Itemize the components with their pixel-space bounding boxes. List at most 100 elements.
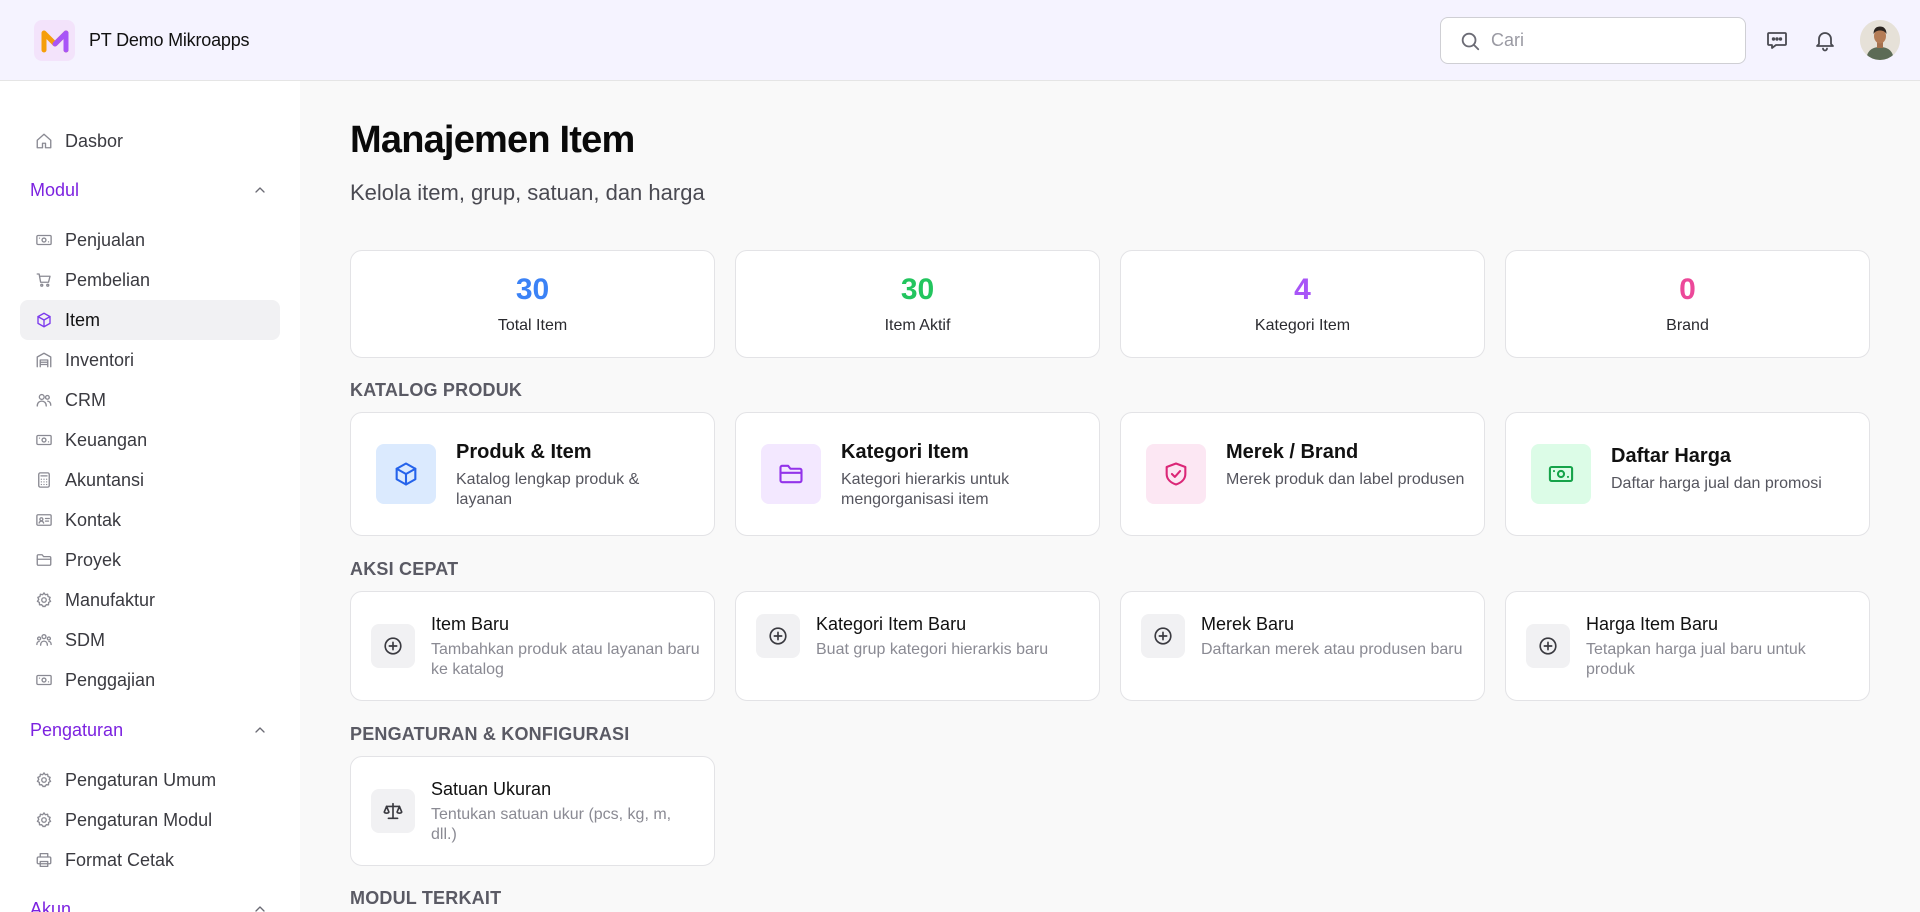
company-name: PT Demo Mikroapps [89,30,250,50]
catalog-card[interactable]: Produk & Item Katalog lengkap produk & l… [350,412,715,536]
cart-icon [34,270,54,290]
sidebar-item-label: Pembelian [65,269,151,290]
catalog-card-desc: Daftar harga jual dan promosi [1611,475,1822,492]
section-label: Modul [30,179,80,200]
sidebar: Dasbor Modul Penjualan Pembelian Item In… [0,81,300,912]
quick-action-title: Kategori Item Baru [816,614,967,634]
chevron-up-icon [250,180,270,200]
stat-value: 0 [1679,273,1696,306]
bell-icon[interactable] [1810,25,1840,55]
quick-action-desc: Daftarkan merek atau produsen baru [1201,641,1463,658]
config-card-title: Satuan Ukuran [431,779,552,799]
sidebar-item-item[interactable]: Item [20,300,280,340]
page-title: Manajemen Item [350,119,635,161]
warehouse-icon [34,350,54,370]
quick-action-title: Item Baru [431,614,510,634]
stat-value: 30 [515,273,550,306]
config-card[interactable]: Satuan Ukuran Tentukan satuan ukur (pcs,… [350,756,715,866]
gear-icon [34,590,54,610]
sidebar-item-label: Dasbor [65,130,124,151]
sidebar-item-manufaktur[interactable]: Manufaktur [20,580,280,620]
sidebar-item-pembelian[interactable]: Pembelian [20,260,280,300]
sidebar-item-label: Manufaktur [65,589,156,610]
section-modul[interactable]: Modul [30,175,270,205]
sidebar-item-label: Format Cetak [65,849,175,870]
stat-label: Kategori Item [1254,317,1351,334]
plus-circle-icon [371,624,415,668]
company-logo [34,20,75,61]
sidebar-item-pengaturan-umum[interactable]: Pengaturan Umum [20,760,280,800]
chat-icon[interactable] [1762,25,1792,55]
section-akun[interactable]: Akun [30,894,270,912]
sidebar-item-label: Pengaturan Modul [65,809,213,830]
sidebar-item-label: Inventori [65,349,135,370]
banknote-icon [34,230,54,250]
team-icon [34,630,54,650]
catalog-card-desc: Katalog lengkap produk & layanan [456,471,640,508]
gear-icon [34,770,54,790]
search-input[interactable] [1491,30,1731,51]
quick-action-card[interactable]: Harga Item Baru Tetapkan harga jual baru… [1505,591,1870,701]
sidebar-item-crm[interactable]: CRM [20,380,280,420]
folder-icon [761,444,821,504]
stat-value: 4 [1294,273,1311,306]
config-card-desc: Tentukan satuan ukur (pcs, kg, m, dll.) [431,806,672,843]
sidebar-item-proyek[interactable]: Proyek [20,540,280,580]
sidebar-item-sdm[interactable]: SDM [20,620,280,660]
chevron-up-icon [250,899,270,912]
stat-label: Item Aktif [884,317,951,334]
users-icon [34,390,54,410]
sidebar-item-label: Keuangan [65,429,148,450]
quick-action-card[interactable]: Merek Baru Daftarkan merek atau produsen… [1120,591,1485,701]
banknote-icon [1531,444,1591,504]
catalog-card[interactable]: Daftar Harga Daftar harga jual dan promo… [1505,412,1870,536]
catalog-card-title: Merek / Brand [1226,441,1359,463]
gear-icon [34,810,54,830]
sidebar-item-penjualan[interactable]: Penjualan [20,220,280,260]
sidebar-item-penggajian[interactable]: Penggajian [20,660,280,700]
sidebar-item-label: Item [65,309,101,330]
sidebar-item-label: Pengaturan Umum [65,769,217,790]
user-avatar[interactable] [1860,20,1900,60]
quick-action-card[interactable]: Item Baru Tambahkan produk atau layanan … [350,591,715,701]
quick-action-desc: Tambahkan produk atau layanan baru ke ka… [431,641,700,678]
folder-icon [34,550,54,570]
catalog-card-title: Daftar Harga [1611,445,1732,467]
sidebar-item-label: Kontak [65,509,122,530]
sidebar-item-dashboard[interactable]: Dasbor [20,121,280,161]
catalog-card-desc: Merek produk dan label produsen [1226,471,1465,488]
search-box[interactable] [1440,17,1746,64]
section-label: Pengaturan [30,719,124,740]
banknote-icon [34,670,54,690]
sidebar-item-label: CRM [65,389,106,410]
stat-card: 30 Item Aktif [735,250,1100,358]
section-title-catalog: KATALOG PRODUK [350,380,523,400]
stat-card: 4 Kategori Item [1120,250,1485,358]
box-icon [376,444,436,504]
plus-circle-icon [1526,624,1570,668]
section-title-config: PENGATURAN & KONFIGURASI [350,724,630,744]
quick-action-card[interactable]: Kategori Item Baru Buat grup kategori hi… [735,591,1100,701]
sidebar-item-format-cetak[interactable]: Format Cetak [20,840,280,880]
contact-card-icon [34,510,54,530]
section-title-quick: AKSI CEPAT [350,559,459,579]
search-icon [1457,28,1483,54]
catalog-card[interactable]: Kategori Item Kategori hierarkis untuk m… [735,412,1100,536]
catalog-card-title: Kategori Item [841,441,969,463]
sidebar-item-keuangan[interactable]: Keuangan [20,420,280,460]
sidebar-item-label: Proyek [65,549,122,570]
brand[interactable]: PT Demo Mikroapps [34,20,250,61]
sidebar-item-akuntansi[interactable]: Akuntansi [20,460,280,500]
catalog-card[interactable]: Merek / Brand Merek produk dan label pro… [1120,412,1485,536]
sidebar-item-inventori[interactable]: Inventori [20,340,280,380]
stat-label: Total Item [497,317,568,334]
sidebar-item-pengaturan-modul[interactable]: Pengaturan Modul [20,800,280,840]
sidebar-item-kontak[interactable]: Kontak [20,500,280,540]
chevron-up-icon [250,720,270,740]
catalog-card-title: Produk & Item [456,441,592,463]
section-pengaturan[interactable]: Pengaturan [30,715,270,745]
calculator-icon [34,470,54,490]
stat-card: 30 Total Item [350,250,715,358]
banknote-icon [34,430,54,450]
quick-action-title: Harga Item Baru [1586,614,1719,634]
